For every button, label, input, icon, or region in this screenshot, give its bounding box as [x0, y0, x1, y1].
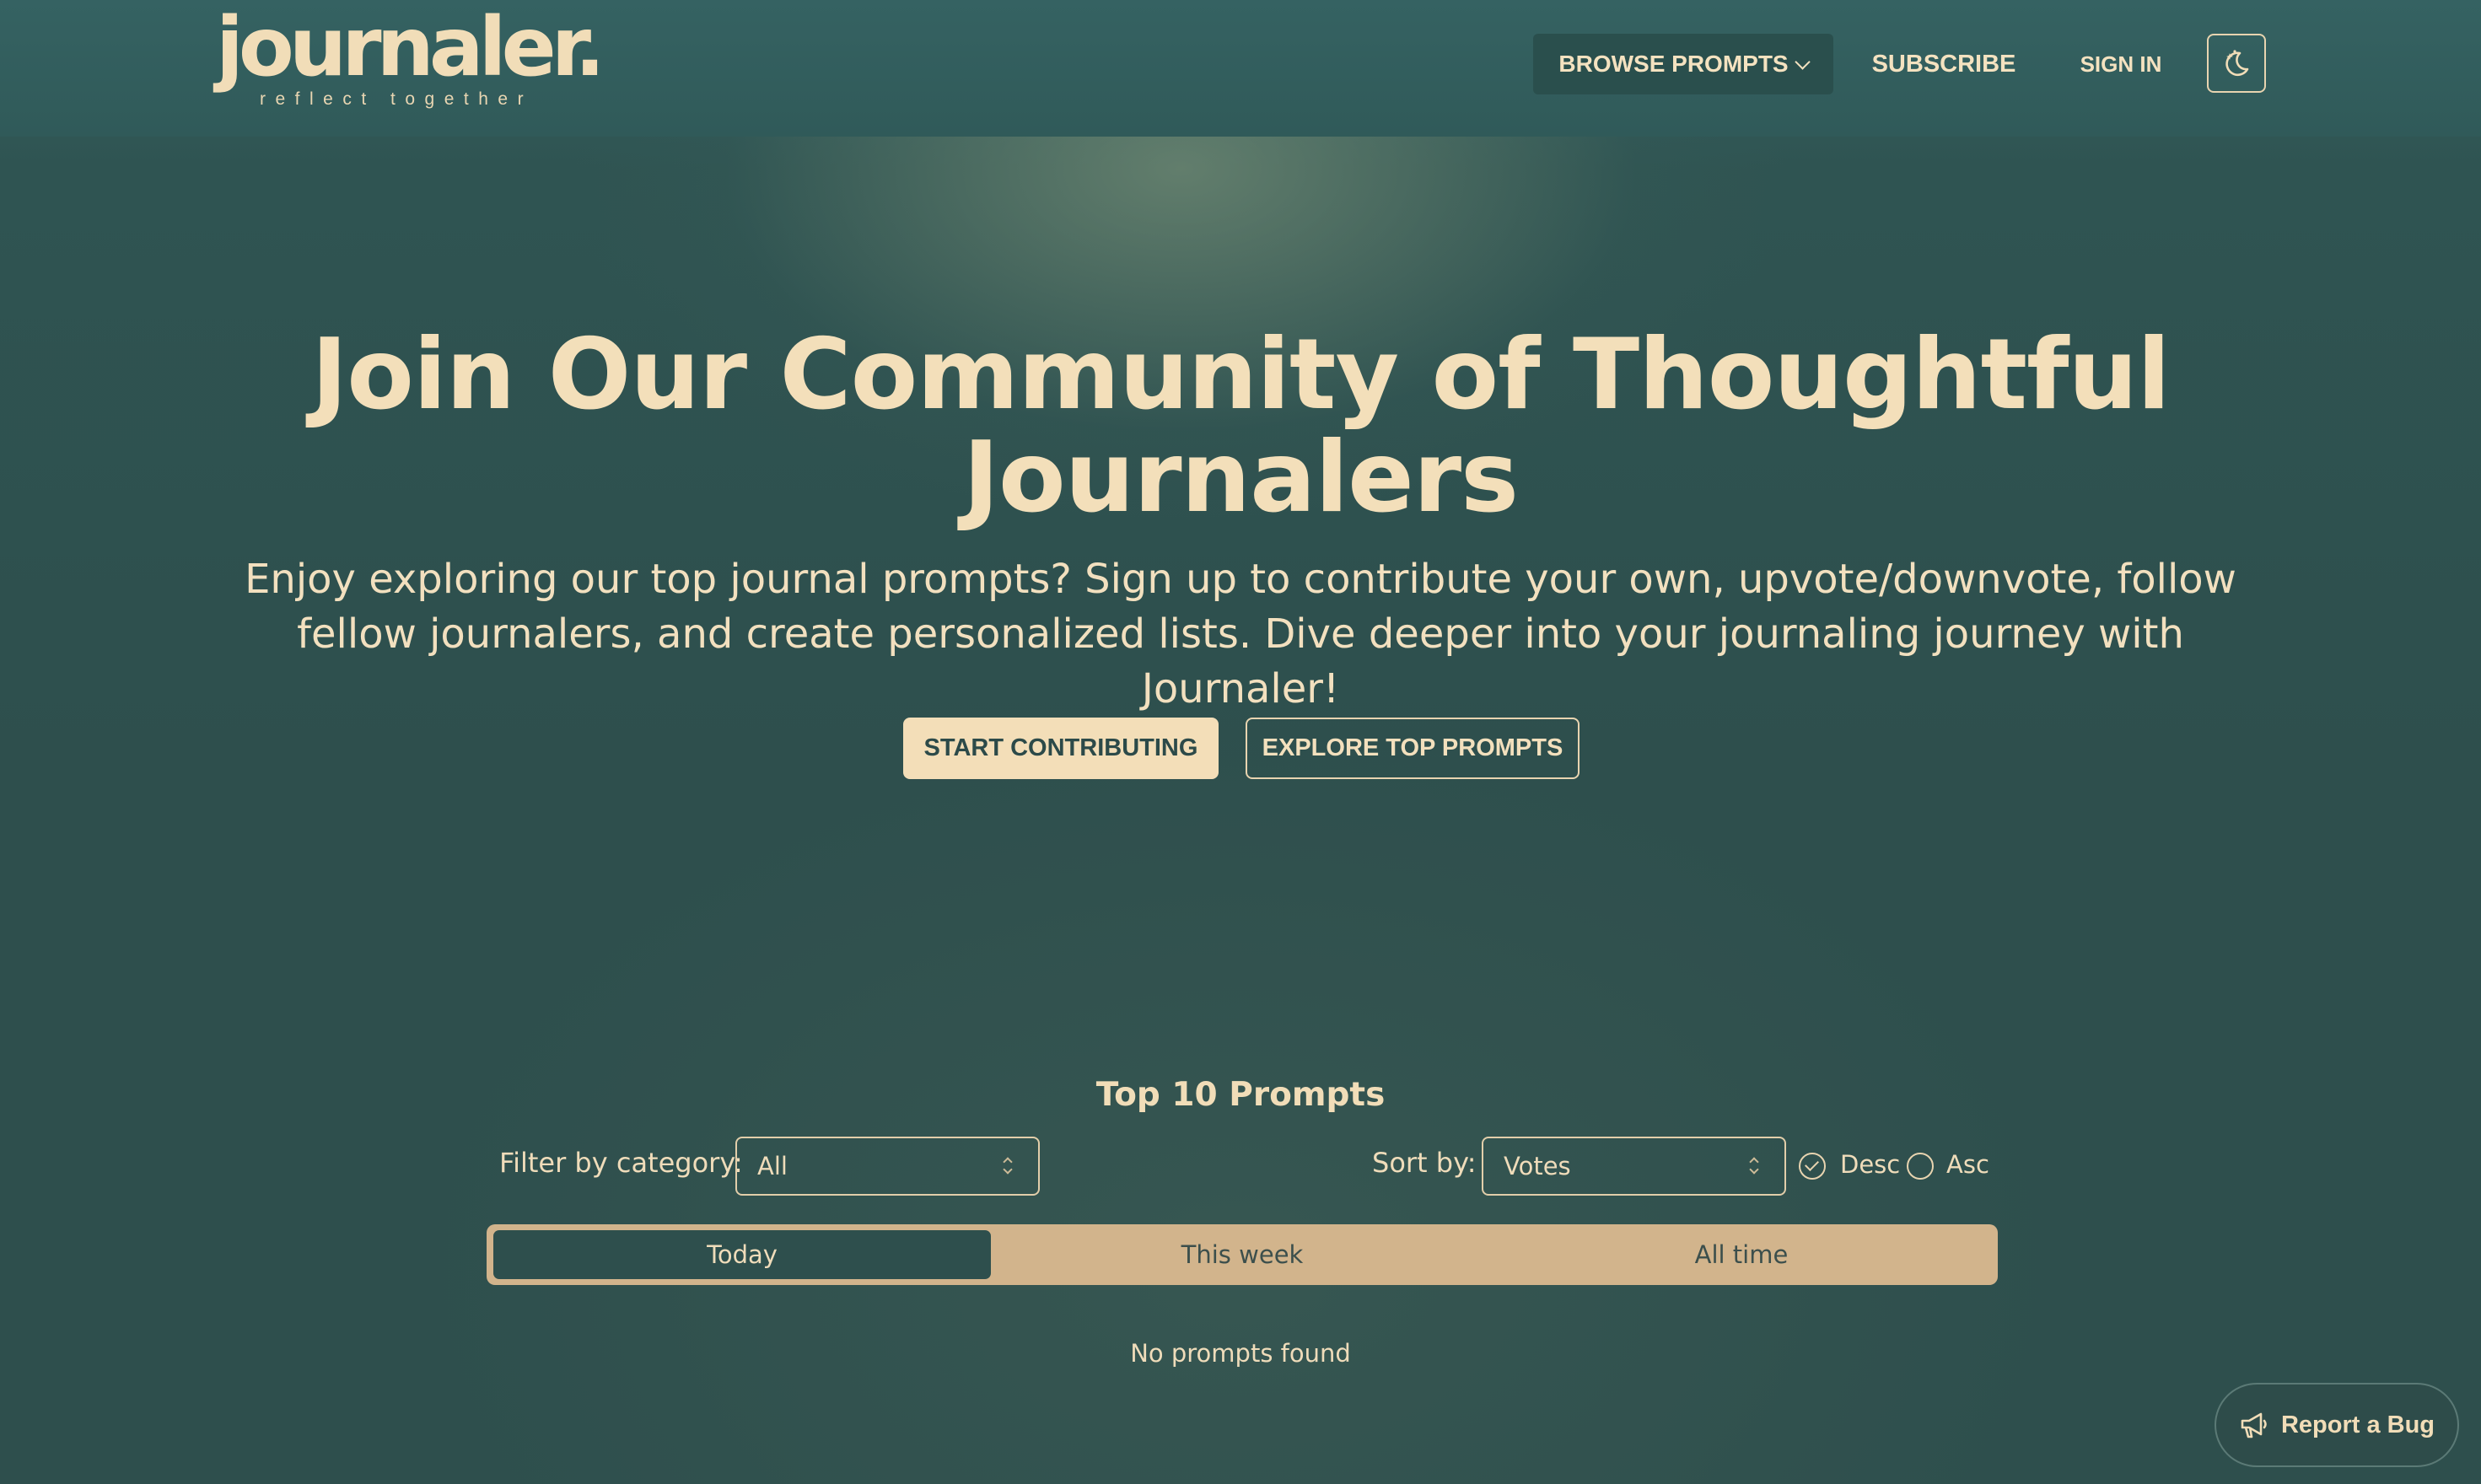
- hero-title: Join Our Community of Thoughtful Journal…: [311, 318, 2171, 535]
- subscribe-link[interactable]: SUBSCRIBE: [1854, 34, 2034, 94]
- logo[interactable]: journaler. reflect together: [216, 7, 605, 113]
- browse-prompts-menu[interactable]: BROWSE PROMPTS: [1533, 34, 1833, 94]
- sort-select-value: Votes: [1504, 1152, 1571, 1180]
- tab-this-week[interactable]: This week: [993, 1230, 1492, 1279]
- moon-stars-icon: [2225, 50, 2249, 77]
- report-bug-label: Report a Bug: [2280, 1411, 2435, 1438]
- browse-prompts-label: BROWSE PROMPTS: [1558, 51, 1789, 77]
- theme-toggle-button[interactable]: [2207, 34, 2266, 93]
- filter-category-label: Filter by category:: [499, 1147, 743, 1179]
- desc-radio[interactable]: [1799, 1153, 1826, 1180]
- hero-subtitle: Enjoy exploring our top journal prompts?…: [245, 556, 2236, 712]
- asc-radio-label[interactable]: Asc: [1946, 1150, 1989, 1179]
- logo-tagline: reflect together: [260, 89, 534, 109]
- select-arrows-icon: [1749, 1157, 1759, 1175]
- logo-text: journaler.: [216, 0, 605, 94]
- category-select-value: All: [757, 1152, 788, 1180]
- tab-all-time[interactable]: All time: [1492, 1230, 1991, 1279]
- chevron-down-icon: [1794, 53, 1811, 70]
- report-bug-button[interactable]: Report a Bug: [2215, 1383, 2459, 1467]
- site-header: journaler. reflect together BROWSE PROMP…: [0, 0, 2481, 137]
- category-select[interactable]: All: [735, 1137, 1040, 1196]
- tab-today[interactable]: Today: [493, 1230, 991, 1279]
- period-tabs: Today This week All time: [487, 1224, 1998, 1285]
- sort-select[interactable]: Votes: [1482, 1137, 1786, 1196]
- sign-in-link[interactable]: SIGN IN: [2058, 34, 2184, 94]
- desc-radio-label[interactable]: Desc: [1840, 1150, 1900, 1179]
- megaphone-icon: [2241, 1412, 2267, 1438]
- explore-top-prompts-button[interactable]: EXPLORE TOP PROMPTS: [1246, 718, 1580, 779]
- top-prompts-title: Top 10 Prompts: [1095, 1076, 1386, 1114]
- asc-radio[interactable]: [1907, 1153, 1934, 1180]
- start-contributing-button[interactable]: START CONTRIBUTING: [903, 718, 1219, 779]
- empty-state-message: No prompts found: [1130, 1339, 1351, 1368]
- sort-by-label: Sort by:: [1372, 1147, 1477, 1179]
- select-arrows-icon: [1003, 1157, 1013, 1175]
